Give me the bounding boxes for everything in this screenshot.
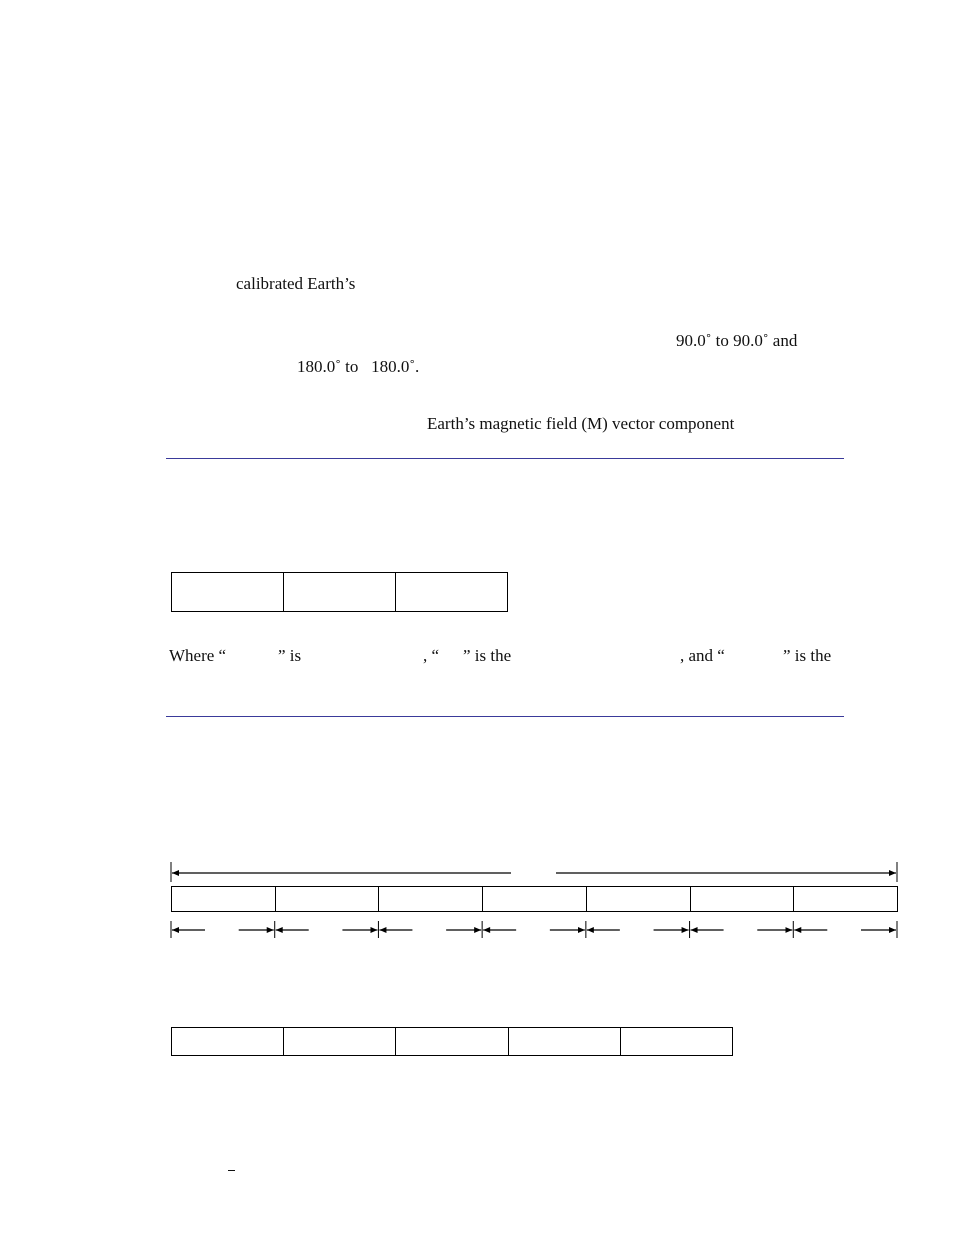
table-cell xyxy=(378,887,482,911)
table-cell xyxy=(395,1028,507,1055)
table-cell xyxy=(507,1028,620,1055)
table-cell xyxy=(172,887,275,911)
table-cell xyxy=(689,887,794,911)
minus-dash-mark xyxy=(228,1170,235,1171)
table-cell xyxy=(793,887,897,911)
table-cell xyxy=(172,1028,283,1055)
overall-dimension-arrow xyxy=(170,862,898,882)
table-cell xyxy=(274,887,379,911)
table-cell xyxy=(482,887,586,911)
five-field-table xyxy=(171,1027,733,1056)
table-cell xyxy=(619,1028,732,1055)
seven-field-table xyxy=(171,886,898,912)
table-cell xyxy=(283,1028,395,1055)
table-cell xyxy=(585,887,690,911)
